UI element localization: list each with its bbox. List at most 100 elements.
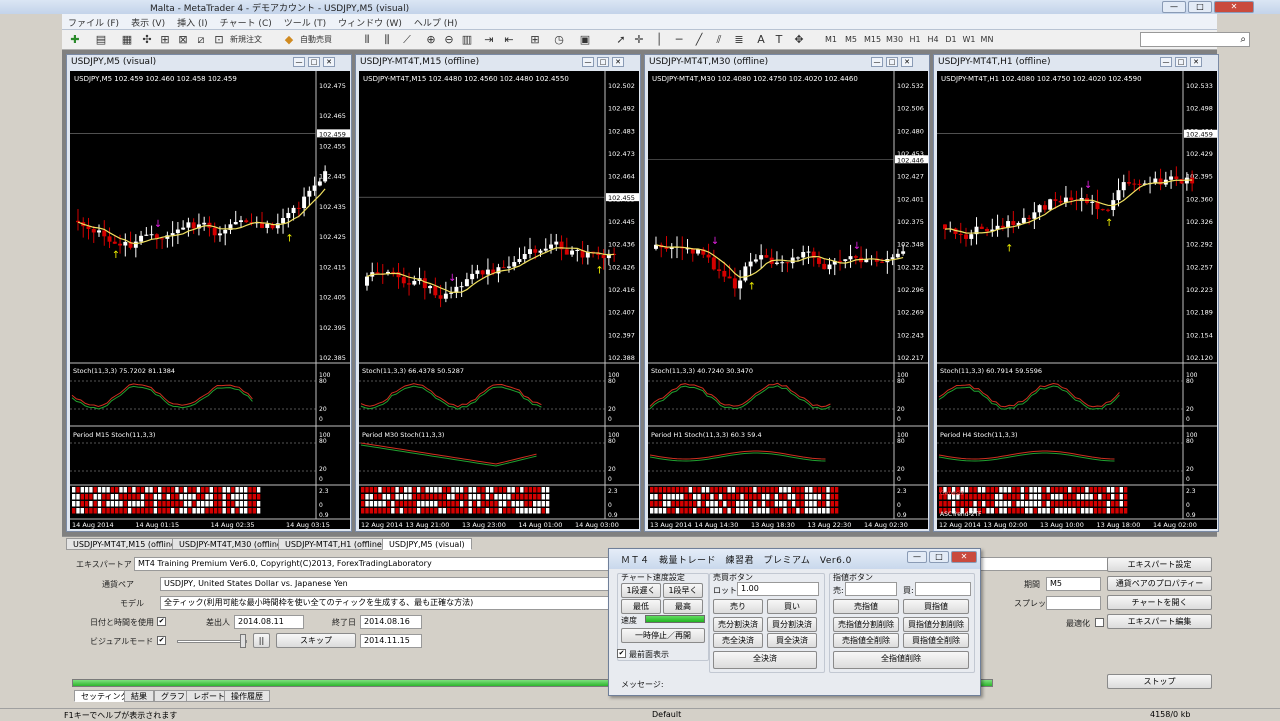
tile-windows-icon[interactable]: ▥ xyxy=(460,32,474,48)
delete-all-limits-button[interactable]: 全指値削除 xyxy=(833,651,969,669)
panel-maximize-button[interactable]: □ xyxy=(929,551,949,563)
terminal-icon[interactable]: ⊠ xyxy=(176,32,190,48)
skip-date-field[interactable]: 2014.11.15 xyxy=(360,634,422,648)
tf-h4[interactable]: H4 xyxy=(926,32,940,48)
arrows-tool-icon[interactable]: ✥ xyxy=(792,32,806,48)
edit-expert-button[interactable]: エキスパート編集 xyxy=(1107,614,1212,629)
channel-icon[interactable]: ⫽ xyxy=(712,32,726,48)
candle-chart-icon[interactable]: ⫼ xyxy=(380,32,394,48)
menu-charts[interactable]: チャート (C) xyxy=(214,14,278,31)
auto-scroll-icon[interactable]: ⇥ xyxy=(482,32,496,48)
search-input[interactable]: ⌕ xyxy=(1140,32,1250,47)
tab-chart-m5[interactable]: USDJPY,M5 (visual) xyxy=(382,538,472,550)
tf-m30[interactable]: M30 xyxy=(886,32,903,48)
buy-partial-close-button[interactable]: 買分割決済 xyxy=(767,617,817,632)
text-tool-icon[interactable]: A xyxy=(754,32,768,48)
lot-select[interactable]: 1.00 xyxy=(737,582,819,596)
line-chart-icon[interactable]: ⟋ xyxy=(400,32,414,48)
buy-limit-button[interactable]: 買指値 xyxy=(903,599,969,614)
close-button[interactable]: ✕ xyxy=(1214,1,1254,13)
tf-m5[interactable]: M5 xyxy=(844,32,858,48)
tab-results[interactable]: 結果 xyxy=(124,690,154,702)
tab-chart-m30[interactable]: USDJPY-MT4T,M30 (offline) xyxy=(172,538,292,550)
buy-limit-partial-delete-button[interactable]: 買指値分割削除 xyxy=(903,617,969,632)
tf-d1[interactable]: D1 xyxy=(944,32,958,48)
menu-view[interactable]: 表示 (V) xyxy=(125,14,171,31)
speed-slider-thumb[interactable] xyxy=(240,634,246,648)
buy-button[interactable]: 買い xyxy=(767,599,817,614)
indicators-icon[interactable]: ⊞ xyxy=(528,32,542,48)
chart-shift-icon[interactable]: ⇤ xyxy=(502,32,516,48)
spread-select[interactable] xyxy=(1046,596,1101,610)
chart-minimize-button[interactable]: — xyxy=(1160,57,1172,67)
data-window-icon[interactable]: ✣ xyxy=(140,32,154,48)
tf-mn[interactable]: MN xyxy=(980,32,994,48)
chart-window[interactable]: USDJPY-MT4T,M30 (offline) — □ ✕ USDJPY-MT4T,… xyxy=(644,54,930,532)
strategy-tester-icon[interactable]: ⧄ xyxy=(194,32,208,48)
stop-button[interactable]: ストップ xyxy=(1107,674,1212,689)
maximize-button[interactable]: □ xyxy=(1188,1,1212,13)
new-chart-icon[interactable]: ✚ xyxy=(68,32,82,48)
profiles-icon[interactable]: ▤ xyxy=(94,32,108,48)
chart-window[interactable]: USDJPY-MT4T,M15 (offline) — □ ✕ USDJPY-MT4T,… xyxy=(355,54,641,532)
symbol-properties-button[interactable]: 通貨ペアのプロパティー xyxy=(1107,576,1212,591)
panel-minimize-button[interactable]: — xyxy=(907,551,927,563)
market-watch-icon[interactable]: ▦ xyxy=(120,32,134,48)
tf-w1[interactable]: W1 xyxy=(962,32,976,48)
pause-resume-button[interactable]: 一時停止／再開 xyxy=(621,628,705,643)
chart-minimize-button[interactable]: — xyxy=(582,57,594,67)
sell-button[interactable]: 売り xyxy=(713,599,763,614)
menu-help[interactable]: ヘルプ (H) xyxy=(408,14,464,31)
chart-close-button[interactable]: ✕ xyxy=(1190,57,1202,67)
trendline-icon[interactable]: ╱ xyxy=(692,32,706,48)
menu-window[interactable]: ウィンドウ (W) xyxy=(332,14,408,31)
tf-m1[interactable]: M1 xyxy=(824,32,838,48)
use-date-checkbox[interactable]: ✔ xyxy=(157,617,166,626)
fastest-button[interactable]: 最高 xyxy=(663,599,703,614)
slowest-button[interactable]: 最低 xyxy=(621,599,661,614)
chart-maximize-button[interactable]: □ xyxy=(1175,57,1187,67)
model-select[interactable]: 全ティック(利用可能な最小時間枠を使い全てのティックを生成する、最も正確な方法) xyxy=(160,596,610,610)
chart-minimize-button[interactable]: — xyxy=(293,57,305,67)
menu-insert[interactable]: 挿入 (I) xyxy=(171,14,214,31)
tab-chart-h1[interactable]: USDJPY-MT4T,H1 (offline) xyxy=(278,538,392,550)
optimize-checkbox[interactable] xyxy=(1095,618,1104,627)
open-chart-button[interactable]: チャートを開く xyxy=(1107,595,1212,610)
speed-slider-track[interactable] xyxy=(177,640,247,643)
buy-price-field[interactable] xyxy=(915,582,971,596)
chart-maximize-button[interactable]: □ xyxy=(886,57,898,67)
sell-price-field[interactable] xyxy=(845,582,897,596)
close-all-button[interactable]: 全決済 xyxy=(713,651,817,669)
topmost-checkbox[interactable]: ✔ xyxy=(617,649,626,658)
fibonacci-icon[interactable]: ≣ xyxy=(732,32,746,48)
horizontal-line-icon[interactable]: ─ xyxy=(672,32,686,48)
from-date-field[interactable]: 2014.08.11 xyxy=(234,615,304,629)
chart-close-button[interactable]: ✕ xyxy=(901,57,913,67)
buy-close-all-button[interactable]: 買全決済 xyxy=(767,633,817,648)
period-select[interactable]: M5 xyxy=(1046,577,1101,591)
navigator-icon[interactable]: ⊞ xyxy=(158,32,172,48)
sell-partial-close-button[interactable]: 売分割決済 xyxy=(713,617,763,632)
chart-maximize-button[interactable]: □ xyxy=(597,57,609,67)
auto-trade-button[interactable]: 自動売買 xyxy=(300,32,332,48)
menu-file[interactable]: ファイル (F) xyxy=(62,14,125,31)
new-order-button[interactable]: 新規注文 xyxy=(230,32,262,48)
panel-close-button[interactable]: ✕ xyxy=(951,551,977,563)
label-tool-icon[interactable]: T xyxy=(772,32,786,48)
expert-icon[interactable]: ◆ xyxy=(282,32,296,48)
skip-button[interactable]: スキップ xyxy=(276,633,356,648)
periods-icon[interactable]: ◷ xyxy=(552,32,566,48)
chart-maximize-button[interactable]: □ xyxy=(308,57,320,67)
faster-button[interactable]: 1段早く xyxy=(663,583,703,598)
visual-mode-checkbox[interactable]: ✔ xyxy=(157,636,166,645)
tab-journal[interactable]: 操作履歴 xyxy=(224,690,270,702)
buy-limit-delete-all-button[interactable]: 買指値全削除 xyxy=(903,633,969,648)
tf-m15[interactable]: M15 xyxy=(864,32,881,48)
symbol-select[interactable]: USDJPY, United States Dollar vs. Japanes… xyxy=(160,577,610,591)
zoom-in-icon[interactable]: ⊕ xyxy=(424,32,438,48)
menu-tools[interactable]: ツール (T) xyxy=(278,14,332,31)
to-date-field[interactable]: 2014.08.16 xyxy=(360,615,422,629)
chart-close-button[interactable]: ✕ xyxy=(323,57,335,67)
minimize-button[interactable]: — xyxy=(1162,1,1186,13)
sell-limit-delete-all-button[interactable]: 売指値全削除 xyxy=(833,633,899,648)
